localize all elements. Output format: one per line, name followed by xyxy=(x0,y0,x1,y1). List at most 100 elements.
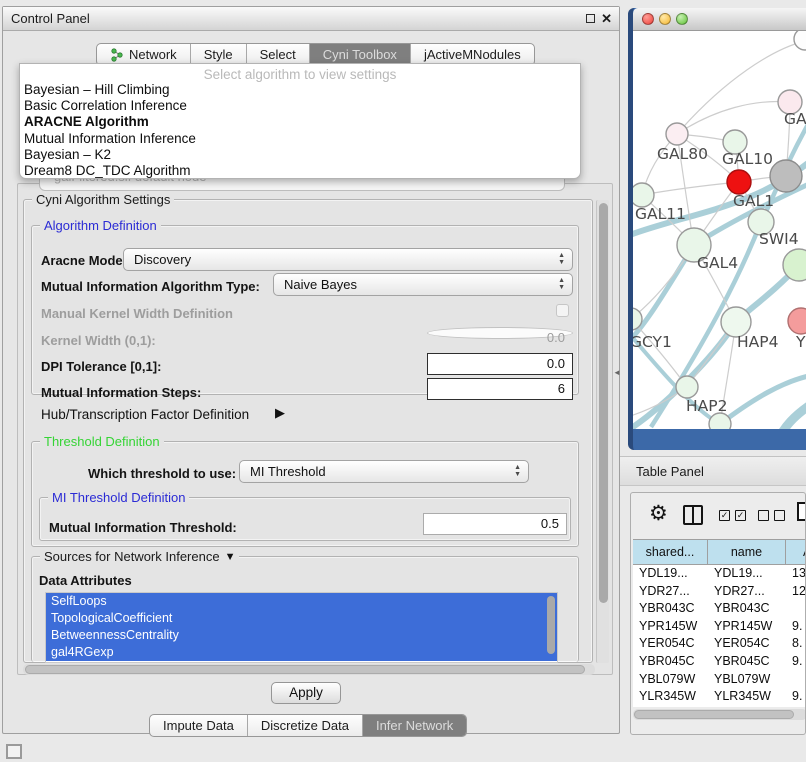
dropdown-item-mutual-information[interactable]: Mutual Information Inference xyxy=(20,131,580,147)
table-row[interactable]: YDL19... YDL19... 13 xyxy=(633,565,806,583)
which-threshold-combo[interactable]: MI Threshold ▲▼ xyxy=(239,460,529,483)
column-header-name[interactable]: name xyxy=(708,540,786,564)
table-horizontal-scrollbar-thumb[interactable] xyxy=(634,710,794,719)
table-panel-header[interactable]: Table Panel xyxy=(620,456,806,486)
select-all-checkbox-icon[interactable]: ✓ xyxy=(719,510,730,521)
table-horizontal-scrollbar[interactable] xyxy=(633,709,806,720)
column-header-shared-name[interactable]: shared... xyxy=(633,540,708,564)
node-y-partial[interactable] xyxy=(788,308,806,334)
attr-item-topologicalcoefficient[interactable]: TopologicalCoefficient xyxy=(46,610,557,627)
deselect-all-checkbox-icon[interactable] xyxy=(774,510,785,521)
float-panel-icon[interactable] xyxy=(586,14,595,23)
cyni-algorithm-settings-title: Cyni Algorithm Settings xyxy=(32,192,174,207)
attr-list-scrollbar-thumb[interactable] xyxy=(547,596,555,654)
table-row[interactable]: YPR145W YPR145W 9. xyxy=(633,618,806,636)
network-canvas[interactable]: GAL GAL80 GAL10 GAL1 GAL11 SWI4 GAL4 GCY… xyxy=(633,31,806,429)
close-icon[interactable]: ✕ xyxy=(601,11,612,27)
dropdown-item-aracne[interactable]: ARACNE Algorithm xyxy=(20,114,580,130)
cell-shared-name: YDL19... xyxy=(633,565,708,583)
control-panel-titlebar[interactable]: Control Panel ✕ xyxy=(3,7,619,31)
kernel-width-field[interactable]: 0.0 xyxy=(427,327,573,339)
tab-select[interactable]: Select xyxy=(247,44,310,65)
cell-shared-name: YLR345W xyxy=(633,688,708,706)
node-gal80[interactable] xyxy=(666,123,688,145)
settings-horizontal-scrollbar-thumb[interactable] xyxy=(25,665,585,674)
cell-shared-name: YBL079W xyxy=(633,671,708,689)
minimize-traffic-light-icon[interactable] xyxy=(659,13,671,25)
algorithm-definition-title: Algorithm Definition xyxy=(40,218,161,233)
node-label-swi4: SWI4 xyxy=(759,230,799,248)
tab-discretize-data-label: Discretize Data xyxy=(261,718,349,733)
tab-infer-network[interactable]: Infer Network xyxy=(363,715,466,736)
dropdown-item-bayesian-k2[interactable]: Bayesian – K2 xyxy=(20,147,580,163)
mi-steps-field[interactable]: 6 xyxy=(427,378,573,400)
table-panel: ⚙ ✓ ✓ shared... name A YDL19... YDL19...… xyxy=(630,492,806,735)
gear-icon[interactable]: ⚙ xyxy=(649,501,668,526)
dropdown-item-basic-correlation[interactable]: Basic Correlation Inference xyxy=(20,98,580,114)
apply-button[interactable]: Apply xyxy=(271,682,341,704)
table-row[interactable]: YBR045C YBR045C 9. xyxy=(633,653,806,671)
settings-vertical-scrollbar[interactable] xyxy=(596,200,609,663)
node-gray[interactable] xyxy=(770,160,802,192)
table-row[interactable]: YBL079W YBL079W xyxy=(633,671,806,689)
cell-name: YER054C xyxy=(708,635,786,653)
table-row[interactable]: YDR27... YDR27... 12 xyxy=(633,583,806,601)
tab-impute-data-label: Impute Data xyxy=(163,718,234,733)
dropdown-item-bayesian-hill[interactable]: Bayesian – Hill Climbing xyxy=(20,82,580,98)
aracne-mode-combo[interactable]: Discovery ▲▼ xyxy=(123,248,573,271)
node-hap2[interactable] xyxy=(676,376,698,398)
table-row[interactable]: YIL052C YIL052C 9. xyxy=(633,706,806,707)
close-traffic-light-icon[interactable] xyxy=(642,13,654,25)
combo-arrows-icon: ▲▼ xyxy=(558,252,565,266)
cell-shared-name: YER054C xyxy=(633,635,708,653)
zoom-traffic-light-icon[interactable] xyxy=(676,13,688,25)
cell-shared-name: YBR043C xyxy=(633,600,708,618)
node-unlabeled-top[interactable] xyxy=(794,31,806,50)
attr-item-selfloops[interactable]: SelfLoops xyxy=(46,593,557,610)
cell-value: 12 xyxy=(786,583,806,601)
columns-icon[interactable] xyxy=(683,505,703,525)
kernel-width-label: Kernel Width (0,1): xyxy=(41,333,156,348)
data-attributes-list[interactable]: SelfLoops TopologicalCoefficient Between… xyxy=(45,592,558,663)
sources-collapse-arrow-icon[interactable]: ▼ xyxy=(225,551,236,563)
table-toolbar: ⚙ ✓ ✓ xyxy=(631,493,805,537)
table-row[interactable]: YER054C YER054C 8. xyxy=(633,635,806,653)
mi-algorithm-type-combo[interactable]: Naive Bayes ▲▼ xyxy=(273,273,573,296)
manual-kernel-checkbox[interactable] xyxy=(556,304,569,317)
network-window-titlebar[interactable] xyxy=(633,8,806,31)
table-row[interactable]: YBR043C YBR043C xyxy=(633,600,806,618)
deselect-all-checkbox-icon[interactable] xyxy=(758,510,769,521)
cell-name: YIL052C xyxy=(708,706,786,707)
tab-discretize-data[interactable]: Discretize Data xyxy=(248,715,363,736)
node-gal1[interactable] xyxy=(727,170,751,194)
attr-item-gal4rgexp[interactable]: gal4RGexp xyxy=(46,644,557,661)
mi-threshold-field[interactable]: 0.5 xyxy=(423,513,567,535)
node-unlabeled-bottom[interactable] xyxy=(709,413,731,429)
hub-section-label[interactable]: Hub/Transcription Factor Definition xyxy=(41,407,249,422)
tab-network[interactable]: Network xyxy=(97,44,191,65)
node-label-hap2: HAP2 xyxy=(686,397,727,415)
column-header-partial[interactable]: A xyxy=(786,540,806,564)
tab-jactivemnodules[interactable]: jActiveMNodules xyxy=(411,44,534,65)
cell-value: 13 xyxy=(786,565,806,583)
select-all-checkbox-icon[interactable]: ✓ xyxy=(735,510,746,521)
dropdown-item-dream8[interactable]: Dream8 DC_TDC Algorithm xyxy=(20,163,580,179)
cell-value: 9. xyxy=(786,688,806,706)
settings-vertical-scrollbar-thumb[interactable] xyxy=(599,203,608,603)
attr-item-betweennesscentrality[interactable]: BetweennessCentrality xyxy=(46,627,557,644)
tab-style[interactable]: Style xyxy=(191,44,247,65)
node-label-gcy1: GCY1 xyxy=(633,333,672,351)
tab-impute-data[interactable]: Impute Data xyxy=(150,715,248,736)
node-label-gal10: GAL10 xyxy=(722,150,773,168)
hub-expand-arrow-icon[interactable]: ▶ xyxy=(275,405,285,421)
dpi-tolerance-field[interactable]: 0.0 xyxy=(427,353,573,375)
settings-horizontal-scrollbar[interactable] xyxy=(23,664,595,675)
export-table-icon[interactable] xyxy=(797,502,806,521)
tab-cyni-toolbox[interactable]: Cyni Toolbox xyxy=(310,44,411,65)
threshold-definition-title: Threshold Definition xyxy=(40,434,164,449)
splitter-collapse-arrow[interactable]: ◄ xyxy=(613,368,621,377)
apply-button-label: Apply xyxy=(289,685,323,700)
node-gal11[interactable] xyxy=(633,183,654,207)
table-row[interactable]: YLR345W YLR345W 9. xyxy=(633,688,806,706)
minimized-panel-icon[interactable] xyxy=(6,744,22,759)
